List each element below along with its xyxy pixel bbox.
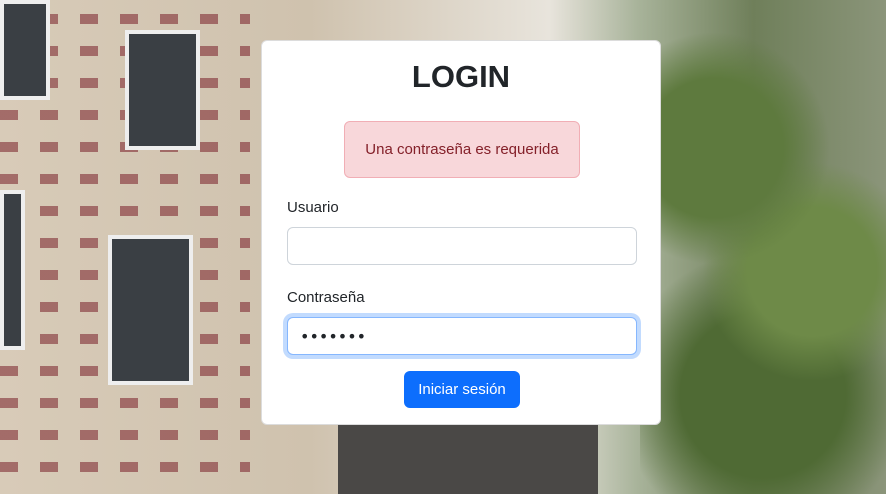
building-window: [108, 235, 193, 385]
trees: [640, 0, 886, 494]
balcony: [338, 424, 598, 494]
page-title: LOGIN: [411, 59, 511, 94]
building-window: [0, 0, 50, 100]
login-card: LOGIN Una contraseña es requerida Usuari…: [261, 40, 661, 425]
error-alert: Una contraseña es requerida: [344, 121, 580, 178]
password-input[interactable]: [287, 317, 637, 355]
building-window: [0, 190, 25, 350]
login-button[interactable]: Iniciar sesión: [404, 371, 520, 408]
username-label: Usuario: [287, 199, 339, 216]
building-window: [125, 30, 200, 150]
username-input[interactable]: [287, 227, 637, 265]
password-label: Contraseña: [287, 289, 365, 306]
